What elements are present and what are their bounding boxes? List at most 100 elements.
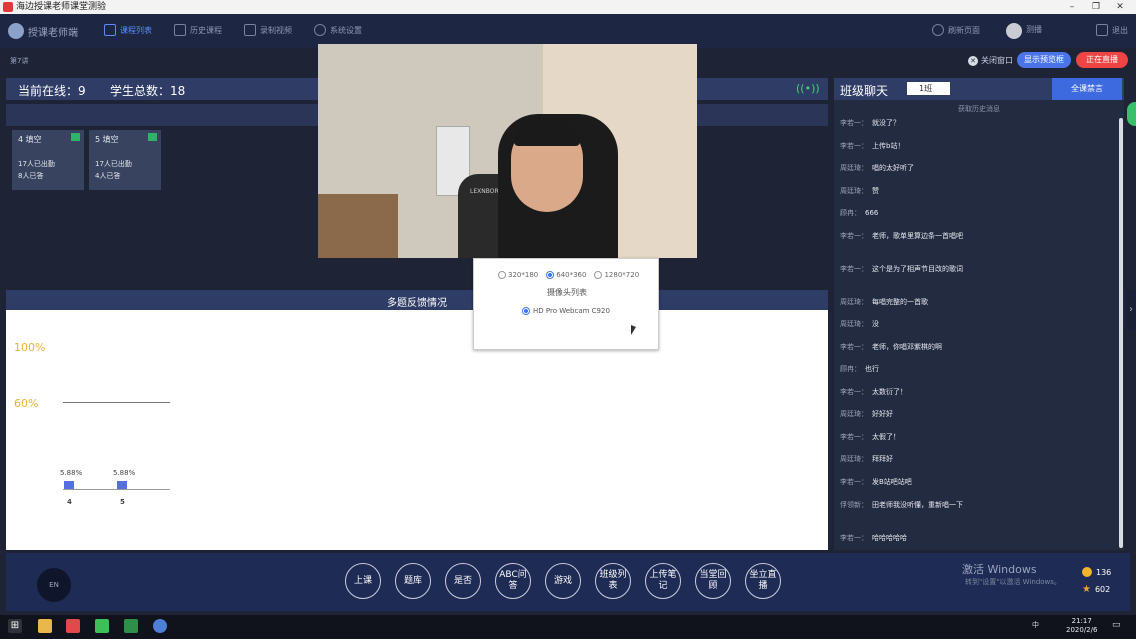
feedback-chart-area: [6, 310, 828, 550]
pct-60-label: 60%: [14, 397, 39, 410]
online-count: 当前在线：9: [18, 84, 86, 98]
pct-100-label: 100%: [14, 341, 46, 354]
reference-line-60: [63, 402, 170, 403]
clock-time: 21:17: [1071, 617, 1092, 625]
mute-all-button[interactable]: 全课禁言: [1052, 78, 1122, 100]
chat-text: 没: [872, 320, 879, 328]
nav-settings[interactable]: 系统设置: [314, 24, 362, 36]
windows-start-icon[interactable]: ⊞: [8, 619, 22, 633]
live-status-button[interactable]: 正在直播: [1076, 52, 1128, 68]
yes-no-button[interactable]: 是否: [445, 563, 481, 599]
group-name: 5 填空: [95, 135, 119, 144]
chat-message: 李若一： 发B站吧站吧: [840, 477, 1120, 487]
load-history-link[interactable]: 获取历史消息: [834, 104, 1124, 114]
notification-icon[interactable]: ▭: [1112, 620, 1121, 630]
chat-message: 周廷琦： 好好好: [840, 409, 1120, 419]
resolution-label: 1280*720: [604, 271, 640, 279]
radio-icon: [594, 271, 603, 279]
user-label: 测播: [1026, 25, 1042, 34]
upload-notes-button[interactable]: 上传笔记: [645, 563, 681, 599]
top-nav: 授课老师端 课程列表 历史课程 录制视频 系统设置 刷新页面 测播 退出: [0, 14, 1136, 48]
file-explorer-icon[interactable]: [38, 619, 52, 633]
en-button[interactable]: EN: [37, 568, 71, 602]
star-icon: ★: [1082, 584, 1091, 595]
chat-text: 哈哈哈哈哈: [872, 534, 907, 542]
chat-text: 田老师我没听懂，重新唱一下: [872, 501, 963, 509]
activate-windows-title: 激活 Windows: [962, 563, 1037, 576]
game-button[interactable]: 游戏: [545, 563, 581, 599]
class-select[interactable]: 1班: [907, 82, 950, 95]
logout-label: 退出: [1112, 25, 1128, 35]
class-list-button[interactable]: 班级列表: [595, 563, 631, 599]
ime-indicator[interactable]: 中: [1032, 620, 1039, 630]
taskbar-clock[interactable]: 21:17 2020/2/6: [1066, 617, 1097, 635]
expand-arrow-icon[interactable]: ›: [1126, 290, 1136, 330]
chat-message: 李若一： 老师，你唱邓紫棋的啊: [840, 342, 1120, 352]
nav-label: 课程列表: [120, 25, 152, 35]
bar-value-label: 5.88%: [60, 468, 83, 477]
group-card[interactable]: 4 填空 17人已出勤 8人已答: [12, 130, 84, 190]
chat-text: 发B站吧站吧: [872, 478, 912, 486]
radio-checked-icon: [522, 307, 530, 315]
camera-device-option[interactable]: HD Pro Webcam C920: [522, 307, 610, 315]
maximize-button[interactable]: ❐: [1084, 0, 1108, 14]
refresh-button[interactable]: 刷新页面: [932, 24, 980, 36]
nav-record-video[interactable]: 录制视频: [244, 24, 292, 36]
side-indicator-icon[interactable]: [1127, 102, 1136, 126]
wechat-icon[interactable]: [95, 619, 109, 633]
resolution-option[interactable]: 1280*720: [594, 271, 639, 279]
group-attendance: 17人已出勤: [18, 160, 55, 168]
close-icon: ✕: [968, 55, 978, 66]
chat-message: 周廷琦： 唱的太好听了: [840, 163, 1120, 173]
video-icon: [244, 24, 256, 36]
logout-icon: [1096, 24, 1108, 36]
chat-text: 这个是为了相声节目改的歌词: [872, 265, 963, 273]
category-label: 5: [120, 498, 125, 506]
chat-text: 拜拜好: [872, 455, 893, 463]
chat-text: 唱的太好听了: [872, 164, 914, 172]
app-taskbar-icon[interactable]: [66, 619, 80, 633]
coin-icon: [1082, 567, 1092, 577]
group-card[interactable]: 5 填空 17人已出勤 4人已答: [89, 130, 161, 190]
resolution-option[interactable]: 320*180: [498, 271, 538, 279]
close-window-button[interactable]: ✕: [1108, 0, 1132, 14]
camera-device-label: HD Pro Webcam C920: [533, 307, 610, 315]
chat-message: 周廷琦： 赞: [840, 186, 1120, 196]
chat-message: 周廷琦： 拜拜好: [840, 454, 1120, 464]
question-bank-button[interactable]: 题库: [395, 563, 431, 599]
chat-text: 上传b站！: [872, 142, 905, 150]
nav-course-list[interactable]: 课程列表: [104, 24, 152, 36]
chat-sender: 李若一：: [840, 119, 868, 127]
title-bar: 海边授课老师课堂测验 – ❐ ✕: [0, 0, 1136, 14]
chat-sender: 李若一：: [840, 478, 868, 486]
class-start-button[interactable]: 上课: [345, 563, 381, 599]
show-preview-button[interactable]: 显示预览框: [1017, 52, 1071, 68]
refresh-label: 刷新页面: [948, 25, 980, 35]
nav-history[interactable]: 历史课程: [174, 24, 222, 36]
chat-sender: 周廷琦：: [840, 164, 868, 172]
total-students: 学生总数：18: [110, 84, 186, 98]
chat-message: 李若一： 就没了？: [840, 118, 1120, 128]
browser-icon[interactable]: [153, 619, 167, 633]
chat-message: 李若一： 太假了！: [840, 432, 1120, 442]
chat-sender: 李若一：: [840, 265, 868, 273]
brand-label: 授课老师端: [28, 28, 78, 39]
minimize-button[interactable]: –: [1060, 0, 1084, 14]
chat-message: 李若一： 上传b站！: [840, 141, 1120, 151]
close-window-toggle[interactable]: ✕ 关闭窗口: [968, 55, 1013, 66]
chart-bar: [117, 480, 127, 489]
clock-date: 2020/2/6: [1066, 626, 1098, 634]
chat-sender: 李若一：: [840, 232, 868, 240]
video-bookshelf: [318, 194, 398, 258]
user-name: 测播: [1026, 24, 1042, 35]
chat-title: 班级聊天: [840, 84, 889, 98]
avatar[interactable]: [1006, 23, 1022, 39]
chat-text: 老师，歌单里算边条一首唱吧: [872, 232, 963, 240]
abc-quiz-button[interactable]: ABC问答: [495, 563, 531, 599]
resolution-option[interactable]: 640*360: [546, 271, 586, 279]
review-button[interactable]: 当堂回顾: [695, 563, 731, 599]
video-person-hair: [514, 120, 580, 146]
excel-icon[interactable]: [124, 619, 138, 633]
logout-button[interactable]: 退出: [1096, 24, 1128, 36]
live-button[interactable]: 坐立直播: [745, 563, 781, 599]
